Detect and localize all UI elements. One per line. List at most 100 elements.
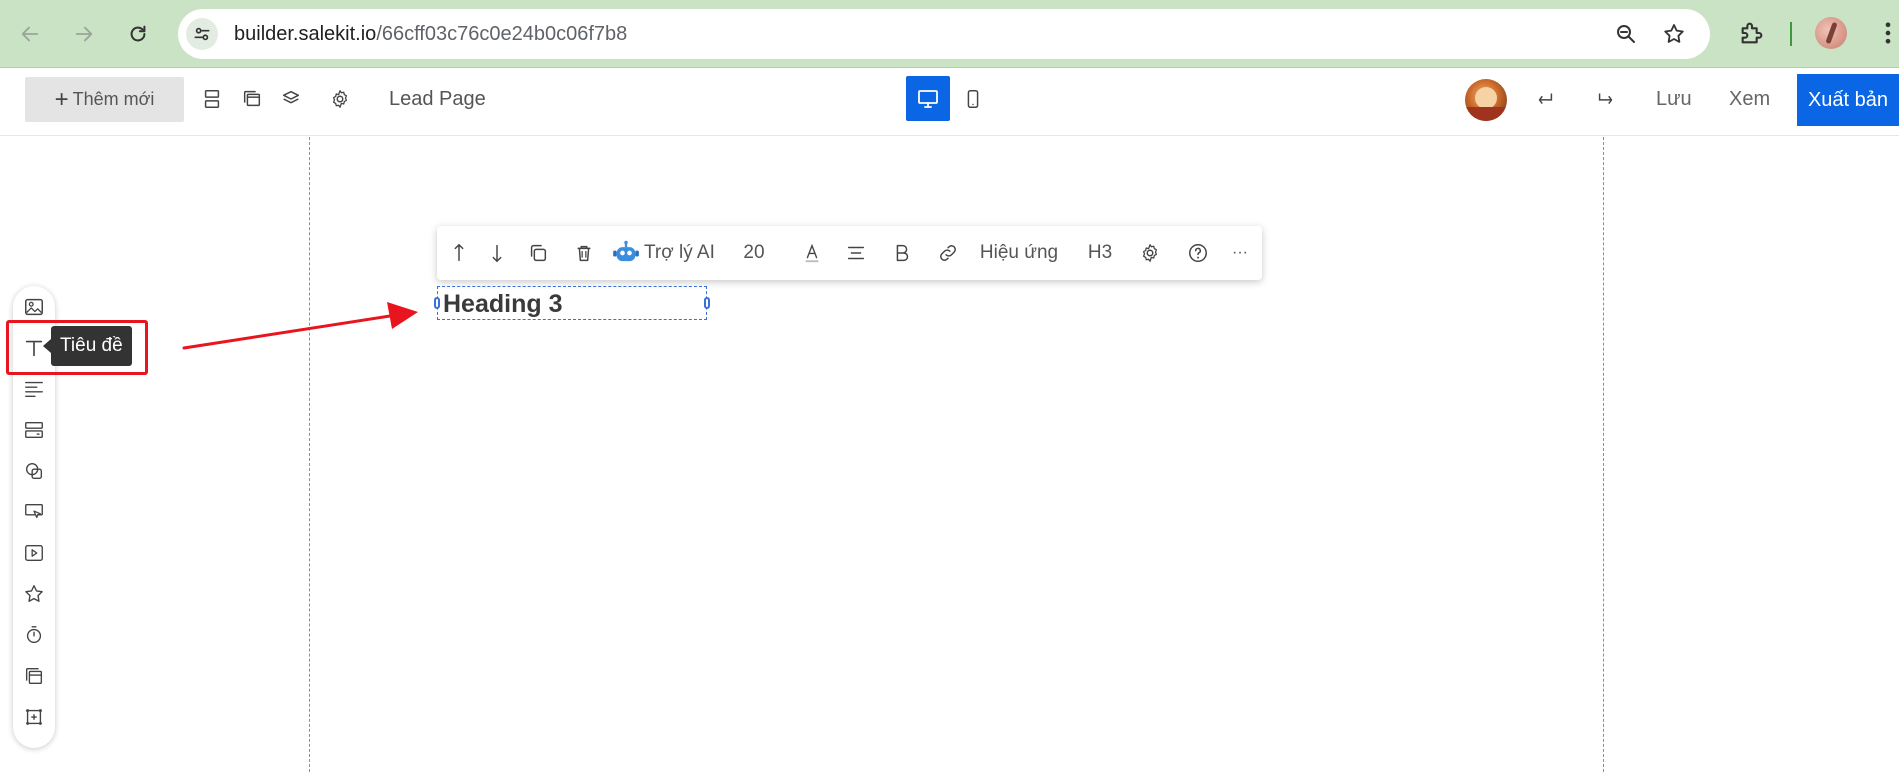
url-path: /66cff03c76c0e24b0c06f7b8 <box>376 23 628 45</box>
align-center-icon <box>847 246 865 260</box>
trash-icon <box>577 245 591 262</box>
undo-button[interactable] <box>1531 85 1559 113</box>
gear-icon <box>332 90 348 108</box>
align-button[interactable] <box>839 226 873 280</box>
url-host: builder.salekit.io <box>234 23 377 45</box>
text-element-toolbar: Trợ lý AI 20 Hiệu ứng H3 ··· <box>437 226 1262 280</box>
gallery-icon <box>25 667 43 685</box>
shapes-icon <box>25 462 43 480</box>
arrow-up-icon <box>454 243 464 262</box>
kebab-menu-icon[interactable] <box>1874 19 1899 47</box>
reload-icon <box>130 25 146 42</box>
link-button[interactable] <box>931 226 965 280</box>
page-settings-button[interactable] <box>326 85 354 113</box>
gear-icon <box>1142 244 1158 262</box>
reload-button[interactable] <box>118 14 158 54</box>
arrow-left-icon <box>21 26 39 42</box>
ai-assistant-label: Trợ lý AI <box>644 242 715 263</box>
image-widget-button[interactable] <box>13 292 55 322</box>
heading-tooltip: Tiêu đề <box>43 326 132 366</box>
form-widget-button[interactable] <box>13 497 55 527</box>
sections-icon <box>204 90 220 108</box>
canvas-left-guide <box>309 137 310 772</box>
toolbar-separator <box>1790 22 1792 46</box>
button-widget-button[interactable] <box>13 415 55 445</box>
delete-button[interactable] <box>567 226 601 280</box>
address-bar[interactable]: builder.salekit.io/66cff03c76c0e24b0c06f… <box>178 9 1710 59</box>
element-settings-button[interactable] <box>1133 226 1167 280</box>
paragraph-icon <box>25 381 43 398</box>
popups-button[interactable] <box>238 85 266 113</box>
canvas-right-guide <box>1603 137 1604 772</box>
redo-button[interactable] <box>1592 85 1620 113</box>
icon-widget-button[interactable] <box>13 579 55 609</box>
tune-icon <box>194 27 210 41</box>
save-button[interactable]: Lưu <box>1656 88 1692 111</box>
countdown-widget-button[interactable] <box>13 620 55 650</box>
annotation-arrow-icon <box>182 302 418 350</box>
copy-icon <box>530 244 547 262</box>
star-icon <box>25 585 43 602</box>
url-text[interactable]: builder.salekit.io/66cff03c76c0e24b0c06f… <box>234 23 627 46</box>
shape-widget-button[interactable] <box>13 456 55 486</box>
heading-level-button[interactable]: H3 <box>1083 226 1117 280</box>
robot-icon <box>613 240 639 262</box>
bold-icon <box>896 244 909 262</box>
move-up-button[interactable] <box>443 226 475 280</box>
popup-icon <box>243 90 261 107</box>
video-widget-button[interactable] <box>13 538 55 568</box>
redo-icon <box>1598 93 1613 105</box>
mobile-view-button[interactable] <box>956 76 990 121</box>
heading-element[interactable]: Heading 3 <box>434 286 710 320</box>
bookmark-star-icon[interactable] <box>1662 22 1686 46</box>
zoom-icon[interactable] <box>1614 22 1638 46</box>
back-button[interactable] <box>10 14 50 54</box>
builder-toolbar: + Thêm mới Lead Page Lưu Xem Xuất bản <box>0 69 1899 136</box>
sections-button[interactable] <box>198 85 226 113</box>
browser-chrome: builder.salekit.io/66cff03c76c0e24b0c06f… <box>0 0 1899 68</box>
ai-assistant-button[interactable]: Trợ lý AI <box>612 226 728 280</box>
frame-widget-button[interactable] <box>13 702 55 732</box>
layers-button[interactable] <box>277 85 305 113</box>
extensions-icon[interactable] <box>1738 19 1766 47</box>
frame-add-icon <box>26 709 42 725</box>
resize-handle-left[interactable] <box>434 297 440 309</box>
arrow-down-icon <box>492 244 502 263</box>
resize-handle-right[interactable] <box>704 297 710 309</box>
timer-icon <box>26 626 42 644</box>
duplicate-button[interactable] <box>521 226 555 280</box>
undo-icon <box>1538 93 1553 105</box>
desktop-icon <box>918 89 938 108</box>
preview-button[interactable]: Xem <box>1729 88 1770 111</box>
mobile-icon <box>967 89 979 108</box>
more-options-button[interactable]: ··· <box>1225 226 1255 280</box>
button-block-icon <box>25 421 43 439</box>
publish-button[interactable]: Xuất bản <box>1797 74 1899 126</box>
video-play-icon <box>25 544 43 562</box>
heading-text[interactable]: Heading 3 <box>443 290 562 319</box>
browser-profile-avatar[interactable] <box>1815 17 1847 49</box>
arrow-right-icon <box>75 26 93 42</box>
site-info-button[interactable] <box>186 18 218 50</box>
cursor-click-icon <box>25 503 43 519</box>
desktop-view-button[interactable] <box>906 76 950 121</box>
image-icon <box>25 298 43 316</box>
add-new-button[interactable]: + Thêm mới <box>25 77 184 122</box>
text-color-button[interactable] <box>795 226 829 280</box>
help-icon <box>1189 244 1207 262</box>
help-button[interactable] <box>1181 226 1215 280</box>
user-avatar[interactable] <box>1465 79 1507 121</box>
text-color-icon <box>805 243 819 263</box>
paragraph-widget-button[interactable] <box>13 374 55 404</box>
add-new-label: Thêm mới <box>72 89 155 109</box>
font-size-input[interactable]: 20 <box>737 226 771 280</box>
bold-button[interactable] <box>885 226 919 280</box>
page-name[interactable]: Lead Page <box>389 88 486 111</box>
layers-icon <box>282 90 300 104</box>
plus-icon: + <box>54 85 69 113</box>
gallery-widget-button[interactable] <box>13 661 55 691</box>
move-down-button[interactable] <box>481 226 513 280</box>
link-icon <box>940 245 956 261</box>
forward-button[interactable] <box>64 14 104 54</box>
effects-button[interactable]: Hiệu ứng <box>977 226 1061 280</box>
